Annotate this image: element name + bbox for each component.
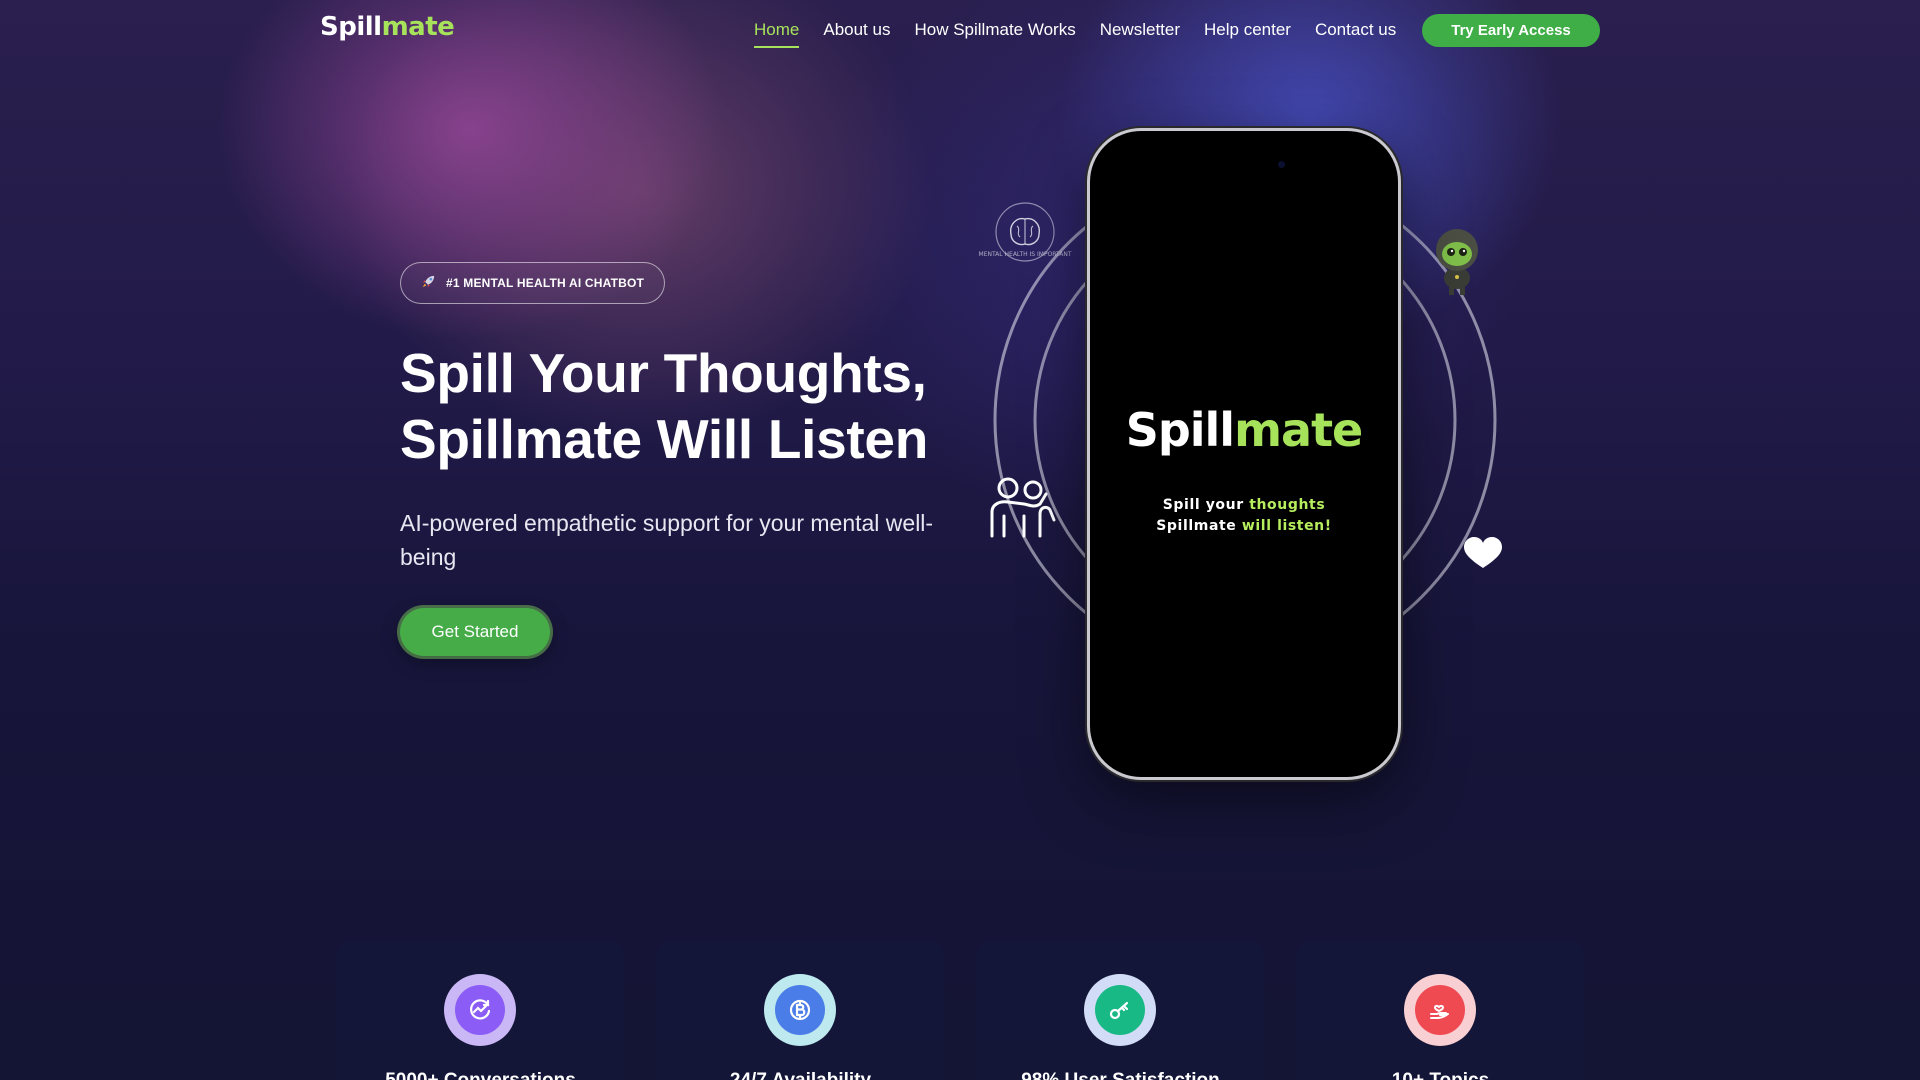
stat-icon-ring bbox=[1084, 974, 1156, 1046]
phone-tagline: Spill your thoughts Spillmate will liste… bbox=[1090, 495, 1398, 537]
brain-stamp-icon: MENTAL HEALTH IS IMPORTANT bbox=[979, 202, 1072, 262]
brand-logo-part1: Spill bbox=[320, 12, 382, 42]
stat-card: 24/7 Availability bbox=[656, 942, 945, 1080]
stat-label: 98% User Satisfaction bbox=[976, 1070, 1265, 1080]
hero-section: #1 MENTAL HEALTH AI CHATBOT Spill Your T… bbox=[400, 262, 960, 656]
tagline-line1-a: Spill your bbox=[1162, 497, 1250, 513]
nav-link-about-us[interactable]: About us bbox=[823, 20, 890, 48]
main-menu: Home About us How Spillmate Works Newsle… bbox=[754, 20, 1396, 48]
tagline-line2-a: Spillmate bbox=[1156, 518, 1242, 534]
try-early-access-button[interactable]: Try Early Access bbox=[1422, 14, 1600, 47]
stat-card: 5000+ Conversations bbox=[336, 942, 625, 1080]
stat-card: 98% User Satisfaction bbox=[976, 942, 1265, 1080]
hand-heart-icon bbox=[1415, 985, 1465, 1035]
hero-title-line2: Spillmate Will Listen bbox=[400, 408, 929, 470]
chat-activity-icon bbox=[455, 985, 505, 1035]
brand-logo[interactable]: Spillmate bbox=[320, 12, 455, 42]
stat-card: 10+ Topics bbox=[1296, 942, 1585, 1080]
hero-badge: #1 MENTAL HEALTH AI CHATBOT bbox=[400, 262, 666, 304]
stat-icon-ring bbox=[764, 974, 836, 1046]
nav-link-contact-us[interactable]: Contact us bbox=[1315, 20, 1396, 48]
robot-mascot-icon bbox=[1436, 229, 1478, 295]
top-navigation: Spillmate Home About us How Spillmate Wo… bbox=[0, 0, 1920, 60]
heart-icon bbox=[1464, 537, 1502, 568]
stat-icon-ring bbox=[1404, 974, 1476, 1046]
stat-label: 10+ Topics bbox=[1296, 1070, 1585, 1080]
phone-mockup: Spillmate Spill your thoughts Spillmate … bbox=[1087, 128, 1401, 780]
stat-label: 5000+ Conversations bbox=[336, 1070, 625, 1080]
tagline-line1-b: thoughts bbox=[1249, 497, 1326, 513]
stat-label: 24/7 Availability bbox=[656, 1070, 945, 1080]
hero-title-line1: Spill Your Thoughts, bbox=[400, 342, 927, 404]
nav-link-help-center[interactable]: Help center bbox=[1204, 20, 1291, 48]
stamp-text: MENTAL HEALTH IS IMPORTANT bbox=[979, 251, 1072, 258]
nav-link-how-it-works[interactable]: How Spillmate Works bbox=[914, 20, 1075, 48]
phone-logo-part1: Spill bbox=[1125, 403, 1235, 457]
rocket-icon bbox=[421, 274, 436, 292]
hero-subtitle: AI-powered empathetic support for your m… bbox=[400, 510, 934, 570]
brand-logo-part2: mate bbox=[381, 12, 455, 42]
phone-camera bbox=[1278, 161, 1285, 168]
hero-badge-text: #1 MENTAL HEALTH AI CHATBOT bbox=[446, 276, 645, 290]
hero-title: Spill Your Thoughts, Spillmate Will List… bbox=[400, 340, 960, 472]
phone-brand-logo: Spillmate bbox=[1090, 403, 1398, 457]
stats-section: 5000+ Conversations 24/7 Availability 98… bbox=[336, 942, 1586, 1080]
phone-logo-part2: mate bbox=[1234, 403, 1363, 457]
nav-link-home[interactable]: Home bbox=[754, 20, 800, 48]
tagline-line2-b: will listen! bbox=[1241, 518, 1332, 534]
key-icon bbox=[1095, 985, 1145, 1035]
stat-icon-ring bbox=[444, 974, 516, 1046]
availability-coin-icon bbox=[775, 985, 825, 1035]
get-started-button[interactable]: Get Started bbox=[400, 608, 550, 656]
nav-link-newsletter[interactable]: Newsletter bbox=[1100, 20, 1180, 48]
